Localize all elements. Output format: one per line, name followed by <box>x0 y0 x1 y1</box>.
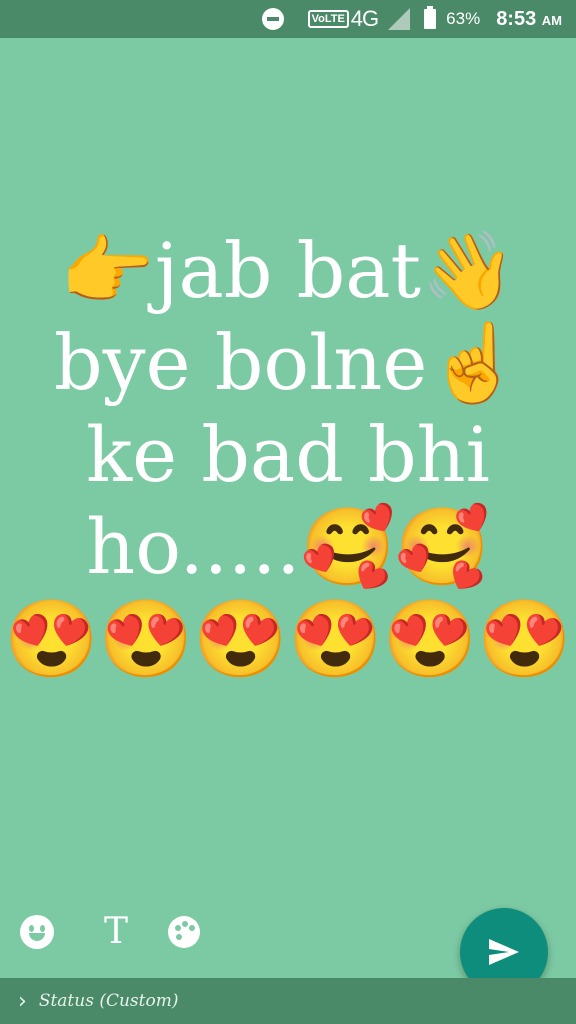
clock-time: 8:53 <box>496 7 537 30</box>
status-text-line-5: 😍😍😍😍😍😍 <box>4 594 572 683</box>
battery-percent: 63% <box>446 9 481 28</box>
clock-ampm: AM <box>541 12 562 28</box>
status-text-line-2: bye bolne☝️ <box>54 318 522 407</box>
chevron-right-icon: › <box>18 988 27 1014</box>
network-type: 4G <box>350 6 379 31</box>
battery-icon <box>424 6 437 29</box>
status-text-line-4: ho.....🥰🥰 <box>86 502 490 591</box>
palette-icon[interactable] <box>168 916 201 948</box>
signal-icon <box>388 8 411 30</box>
clock: 8:53 AM <box>496 8 562 31</box>
status-text-line-1: 👉jab bat👋 <box>60 226 516 315</box>
do-not-disturb-icon <box>261 8 284 30</box>
send-icon <box>489 939 519 965</box>
status-privacy-label: Status (Custom) <box>38 991 179 1011</box>
editor-tools: T <box>20 912 201 952</box>
emoji-icon[interactable] <box>20 915 54 949</box>
text-icon[interactable]: T <box>104 912 128 952</box>
status-text-line-3: ke bad bhi <box>86 410 490 499</box>
bottom-bar[interactable]: › Status (Custom) <box>0 978 576 1024</box>
status-bar: VoLTE 4G 63% 8:53 AM <box>0 0 576 38</box>
status-text: 👉jab bat👋 bye bolne☝️ ke bad bhi ho.....… <box>0 225 576 685</box>
volte-badge: VoLTE <box>307 10 349 28</box>
